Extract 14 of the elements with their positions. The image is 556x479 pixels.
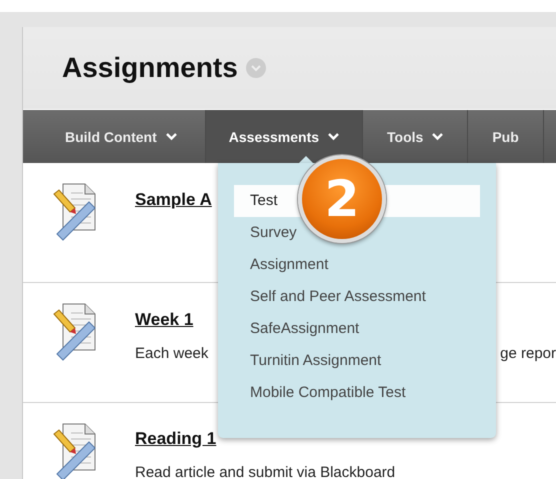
menu-item[interactable]: Turnitin Assignment: [234, 345, 480, 377]
chevron-circle-icon[interactable]: [246, 58, 266, 78]
item-description: ge repor: [500, 345, 556, 362]
item-title-link[interactable]: Week 1: [135, 310, 194, 329]
menu-item[interactable]: Mobile Compatible Test: [234, 377, 480, 409]
menu-item[interactable]: Self and Peer Assessment: [234, 281, 480, 313]
menu-item[interactable]: SafeAssignment: [234, 313, 480, 345]
page-title: Assignments: [62, 52, 238, 84]
menu-item[interactable]: Assignment: [234, 249, 480, 281]
item-title-link[interactable]: Reading 1: [135, 429, 216, 448]
item-description: Read article and submit via Blackboard: [135, 464, 396, 479]
item-description: Each week: [135, 345, 208, 362]
item-title-link[interactable]: Sample A: [135, 190, 212, 209]
nav-tab[interactable]: Assessments: [206, 110, 364, 163]
